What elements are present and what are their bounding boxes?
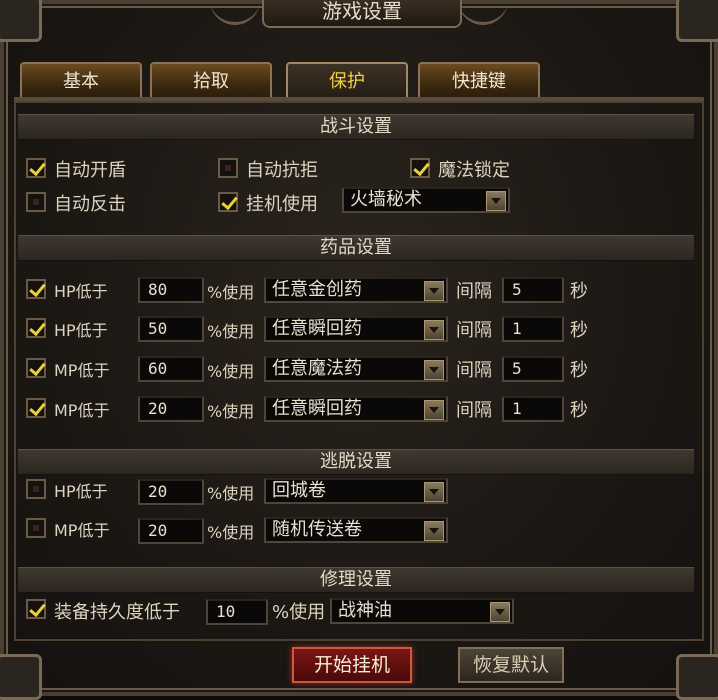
potion-row-3-item: 任意魔法药 — [272, 358, 362, 379]
auto-resist-checkbox[interactable] — [218, 158, 238, 178]
escape-row-2-checkbox[interactable] — [26, 518, 46, 538]
potion-row-2-interval[interactable]: 1 — [502, 316, 564, 342]
escape-row-2-use-label: %使用 — [207, 523, 255, 542]
potion-row-3-seconds: 秒 — [570, 360, 588, 381]
tab-hotkeys[interactable]: 快捷键 — [418, 62, 540, 98]
potion-row-2-threshold[interactable]: 50 — [138, 316, 204, 342]
potion-row-4-threshold[interactable]: 20 — [138, 396, 204, 422]
frame-corner-bottom-left — [0, 654, 42, 700]
potion-row-2-seconds: 秒 — [570, 320, 588, 341]
potion-row-1-interval[interactable]: 5 — [502, 277, 564, 303]
tab-protection[interactable]: 保护 — [286, 62, 408, 98]
potion-row-1-checkbox[interactable] — [26, 279, 46, 299]
tab-pickup[interactable]: 拾取 — [150, 62, 272, 98]
restore-defaults-button[interactable]: 恢复默认 — [458, 647, 564, 683]
potion-row-1-seconds: 秒 — [570, 281, 588, 302]
escape-row-1-use-label: %使用 — [207, 484, 255, 503]
potion-row-2-checkbox[interactable] — [26, 318, 46, 338]
escape-row-2-item-select[interactable]: 随机传送卷 — [264, 517, 448, 543]
start-auto-button[interactable]: 开始挂机 — [292, 647, 412, 683]
escape-row-1-threshold[interactable]: 20 — [138, 479, 204, 505]
magic-lock-label: 魔法锁定 — [438, 160, 510, 181]
potion-section-title: 药品设置 — [18, 235, 694, 261]
escape-row-1-label: HP低于 — [54, 482, 108, 501]
potion-row-3-label: MP低于 — [54, 361, 110, 380]
potion-row-4-item-select[interactable]: 任意瞬回药 — [264, 396, 448, 422]
potion-row-2-item-select[interactable]: 任意瞬回药 — [264, 316, 448, 342]
chevron-down-icon — [424, 360, 444, 380]
auto-shield-label: 自动开盾 — [54, 160, 126, 181]
chevron-down-icon — [424, 320, 444, 340]
auto-use-skill-value: 火墙秘术 — [350, 189, 422, 210]
potion-row-3-interval[interactable]: 5 — [502, 356, 564, 382]
escape-row-1-item-select[interactable]: 回城卷 — [264, 478, 448, 504]
chevron-down-icon — [424, 281, 444, 301]
auto-resist-label: 自动抗拒 — [246, 160, 318, 181]
potion-row-2-interval-label: 间隔 — [456, 320, 492, 341]
repair-use-label: %使用 — [272, 602, 326, 623]
potion-row-2-label: HP低于 — [54, 321, 108, 340]
repair-checkbox[interactable] — [26, 599, 46, 619]
potion-row-3-threshold[interactable]: 60 — [138, 356, 204, 382]
frame-corner-top-right — [676, 0, 718, 42]
repair-threshold[interactable]: 10 — [206, 599, 268, 625]
combat-section-title: 战斗设置 — [18, 114, 694, 140]
potion-row-4-use-label: %使用 — [207, 402, 255, 421]
auto-use-label: 挂机使用 — [246, 194, 318, 215]
escape-row-1-item: 回城卷 — [272, 480, 326, 501]
escape-row-1-checkbox[interactable] — [26, 479, 46, 499]
repair-label: 装备持久度低于 — [54, 602, 180, 623]
repair-item-select[interactable]: 战神油 — [330, 598, 514, 624]
chevron-down-icon — [424, 400, 444, 420]
potion-row-4-interval-label: 间隔 — [456, 400, 492, 421]
potion-row-4-label: MP低于 — [54, 401, 110, 420]
potion-row-4-seconds: 秒 — [570, 400, 588, 421]
potion-row-3-checkbox[interactable] — [26, 358, 46, 378]
escape-row-2-label: MP低于 — [54, 521, 110, 540]
potion-row-4-item: 任意瞬回药 — [272, 398, 362, 419]
auto-shield-checkbox[interactable] — [26, 158, 46, 178]
escape-row-2-item: 随机传送卷 — [272, 519, 362, 540]
frame-corner-top-left — [0, 0, 42, 42]
escape-section-title: 逃脱设置 — [18, 449, 694, 475]
chevron-down-icon — [486, 191, 506, 211]
auto-use-checkbox[interactable] — [218, 192, 238, 212]
potion-row-4-interval[interactable]: 1 — [502, 396, 564, 422]
potion-row-2-item: 任意瞬回药 — [272, 318, 362, 339]
window-title: 游戏设置 — [262, 0, 462, 28]
potion-row-2-use-label: %使用 — [207, 322, 255, 341]
potion-row-1-item: 任意金创药 — [272, 279, 362, 300]
repair-section-title: 修理设置 — [18, 567, 694, 593]
potion-row-1-item-select[interactable]: 任意金创药 — [264, 277, 448, 303]
potion-row-1-use-label: %使用 — [207, 283, 255, 302]
potion-row-3-interval-label: 间隔 — [456, 360, 492, 381]
chevron-down-icon — [424, 482, 444, 502]
repair-item: 战神油 — [338, 600, 392, 621]
auto-use-skill-select[interactable]: 火墙秘术 — [342, 187, 510, 213]
potion-row-1-threshold[interactable]: 80 — [138, 277, 204, 303]
auto-counter-label: 自动反击 — [54, 194, 126, 215]
auto-counter-checkbox[interactable] — [26, 192, 46, 212]
tab-basic[interactable]: 基本 — [20, 62, 142, 98]
potion-row-1-interval-label: 间隔 — [456, 281, 492, 302]
chevron-down-icon — [490, 602, 510, 622]
potion-row-3-use-label: %使用 — [207, 362, 255, 381]
potion-row-4-checkbox[interactable] — [26, 398, 46, 418]
frame-corner-bottom-right — [676, 654, 718, 700]
potion-row-1-label: HP低于 — [54, 282, 108, 301]
magic-lock-checkbox[interactable] — [410, 158, 430, 178]
escape-row-2-threshold[interactable]: 20 — [138, 518, 204, 544]
potion-row-3-item-select[interactable]: 任意魔法药 — [264, 356, 448, 382]
chevron-down-icon — [424, 521, 444, 541]
